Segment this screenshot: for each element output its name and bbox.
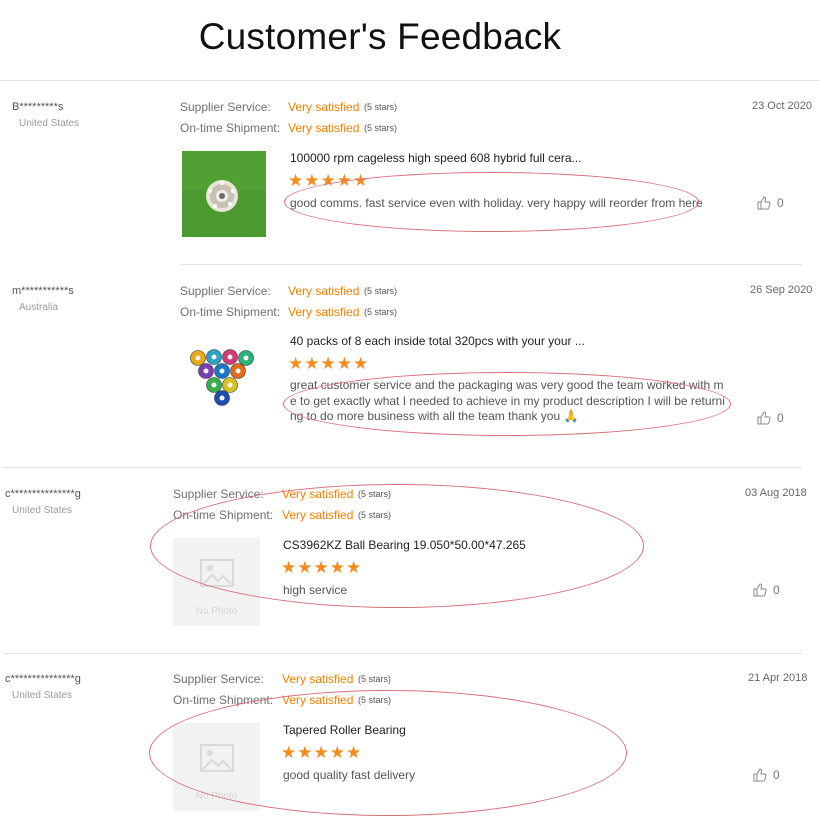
supplier-service-label: Supplier Service:: [173, 487, 264, 501]
ontime-shipment-label: On-time Shipment:: [173, 508, 274, 522]
ontime-shipment-value: Very satisfied: [288, 121, 360, 135]
supplier-service-stars: (5 stars): [364, 286, 398, 296]
page-title: Customer's Feedback: [198, 16, 562, 57]
ontime-shipment-stars: (5 stars): [358, 510, 392, 520]
rating-stars: ★★★★★: [288, 171, 370, 190]
supplier-service-value: Very satisfied: [282, 487, 354, 501]
supplier-service-stars: (5 stars): [364, 102, 398, 112]
rating-stars: ★★★★★: [281, 743, 363, 762]
product-thumbnail[interactable]: [182, 334, 266, 412]
like-count: 0: [773, 583, 780, 597]
thumbs-up-icon: [757, 411, 771, 425]
reviewer-country: United States: [19, 118, 80, 129]
like-count: 0: [773, 768, 780, 782]
reviewer-name: B*********s: [12, 101, 64, 113]
product-title[interactable]: CS3962KZ Ball Bearing 19.050*50.00*47.26…: [283, 538, 526, 552]
ontime-shipment-label: On-time Shipment:: [173, 693, 274, 707]
thumbs-up-icon: [753, 583, 767, 597]
ontime-shipment-value: Very satisfied: [282, 693, 354, 707]
reviewer-country: United States: [12, 505, 73, 516]
rating-stars: ★★★★★: [288, 354, 370, 373]
product-title[interactable]: 40 packs of 8 each inside total 320pcs w…: [290, 334, 585, 348]
review-item: B*********s United States Supplier Servi…: [0, 95, 820, 260]
product-thumbnail[interactable]: No Photo: [173, 723, 260, 811]
review-comment: good quality fast delivery: [283, 768, 416, 782]
supplier-service-stars: (5 stars): [358, 489, 392, 499]
review-date: 26 Sep 2020: [750, 284, 813, 296]
rating-stars: ★★★★★: [281, 558, 363, 577]
ontime-shipment-stars: (5 stars): [364, 307, 398, 317]
supplier-service-value: Very satisfied: [288, 100, 360, 114]
no-photo-text: No Photo: [195, 791, 238, 802]
supplier-service-stars: (5 stars): [358, 674, 392, 684]
product-title[interactable]: 100000 rpm cageless high speed 608 hybri…: [290, 151, 582, 165]
comment-line: ng to do more business with all the team…: [290, 409, 579, 423]
review-item: c***************g United States Supplier…: [0, 481, 820, 651]
review-comment: high service: [283, 583, 348, 597]
review-comment: good comms. fast service even with holid…: [290, 196, 703, 210]
no-photo-icon: [200, 744, 234, 772]
comment-line: e to get exactly what I needed to achiev…: [290, 393, 725, 408]
ontime-shipment-value: Very satisfied: [288, 305, 360, 319]
like-count: 0: [777, 411, 784, 425]
ontime-shipment-label: On-time Shipment:: [180, 305, 281, 319]
supplier-service-value: Very satisfied: [288, 284, 360, 298]
review-date: 21 Apr 2018: [748, 672, 808, 684]
supplier-service-label: Supplier Service:: [180, 100, 271, 114]
reviewer-name: c***************g: [5, 488, 81, 500]
divider: [4, 467, 802, 468]
thumbs-up-icon: [757, 196, 771, 210]
bearing-image-icon: [182, 151, 266, 237]
review-item: m***********s Australia Supplier Service…: [0, 278, 820, 463]
reviewer-country: United States: [12, 690, 73, 701]
product-thumbnail[interactable]: No Photo: [173, 538, 260, 626]
divider: [0, 80, 820, 81]
no-photo-text: No Photo: [195, 606, 238, 617]
product-title[interactable]: Tapered Roller Bearing: [283, 723, 406, 737]
like-button[interactable]: 0: [757, 411, 784, 425]
ontime-shipment-label: On-time Shipment:: [180, 121, 281, 135]
comment-line: great customer service and the packaging…: [290, 378, 724, 392]
like-button[interactable]: 0: [753, 768, 780, 782]
reviewer-name: c***************g: [5, 673, 81, 685]
ontime-shipment-value: Very satisfied: [282, 508, 354, 522]
like-button[interactable]: 0: [757, 196, 784, 210]
review-item: c***************g United States Supplier…: [0, 666, 820, 826]
divider: [4, 653, 802, 654]
reviewer-name: m***********s: [12, 285, 74, 297]
ontime-shipment-stars: (5 stars): [358, 695, 392, 705]
divider: [180, 264, 802, 265]
product-thumbnail[interactable]: [182, 151, 266, 237]
like-button[interactable]: 0: [753, 583, 780, 597]
supplier-service-label: Supplier Service:: [180, 284, 271, 298]
reviewer-country: Australia: [19, 302, 58, 313]
supplier-service-label: Supplier Service:: [173, 672, 264, 686]
review-date: 23 Oct 2020: [752, 100, 812, 112]
supplier-service-value: Very satisfied: [282, 672, 354, 686]
review-comment: great customer service and the packaging…: [290, 378, 725, 425]
bearings-image-icon: [190, 349, 254, 406]
ontime-shipment-stars: (5 stars): [364, 123, 398, 133]
thumbs-up-icon: [753, 768, 767, 782]
like-count: 0: [777, 196, 784, 210]
no-photo-icon: [200, 559, 234, 587]
review-date: 03 Aug 2018: [745, 487, 807, 499]
